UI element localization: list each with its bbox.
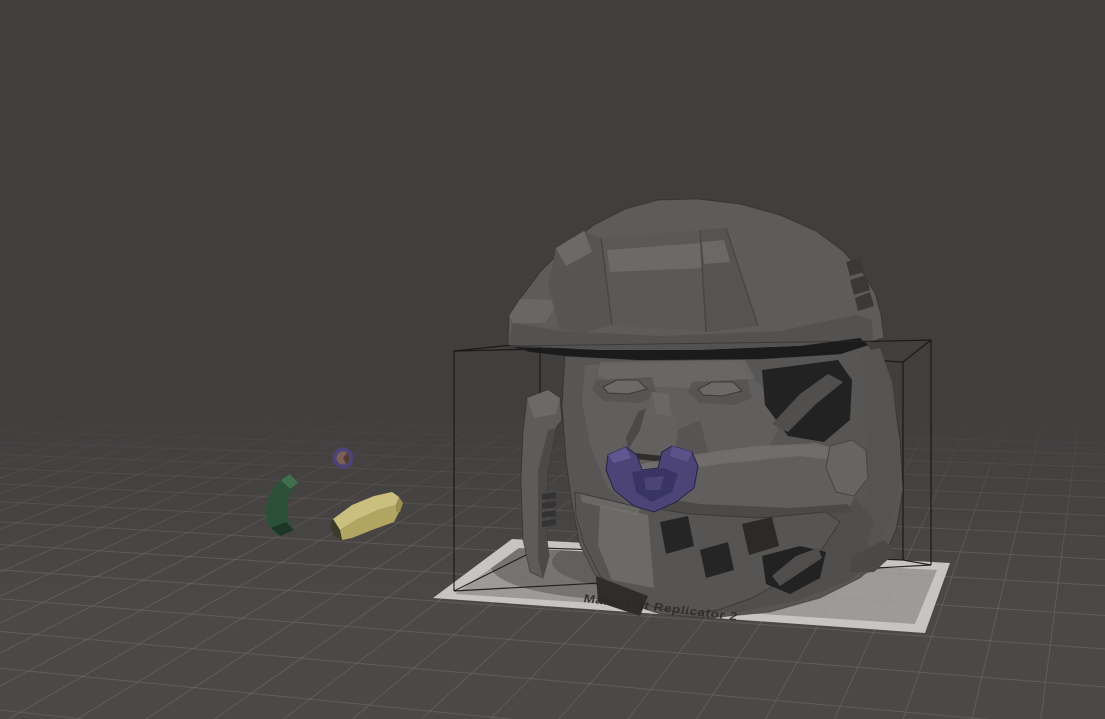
viewport-3d[interactable]: MakerBot Replicator 2 [0, 0, 1105, 719]
torus-ring[interactable] [332, 447, 354, 469]
scene-canvas[interactable]: MakerBot Replicator 2 [0, 0, 1105, 719]
